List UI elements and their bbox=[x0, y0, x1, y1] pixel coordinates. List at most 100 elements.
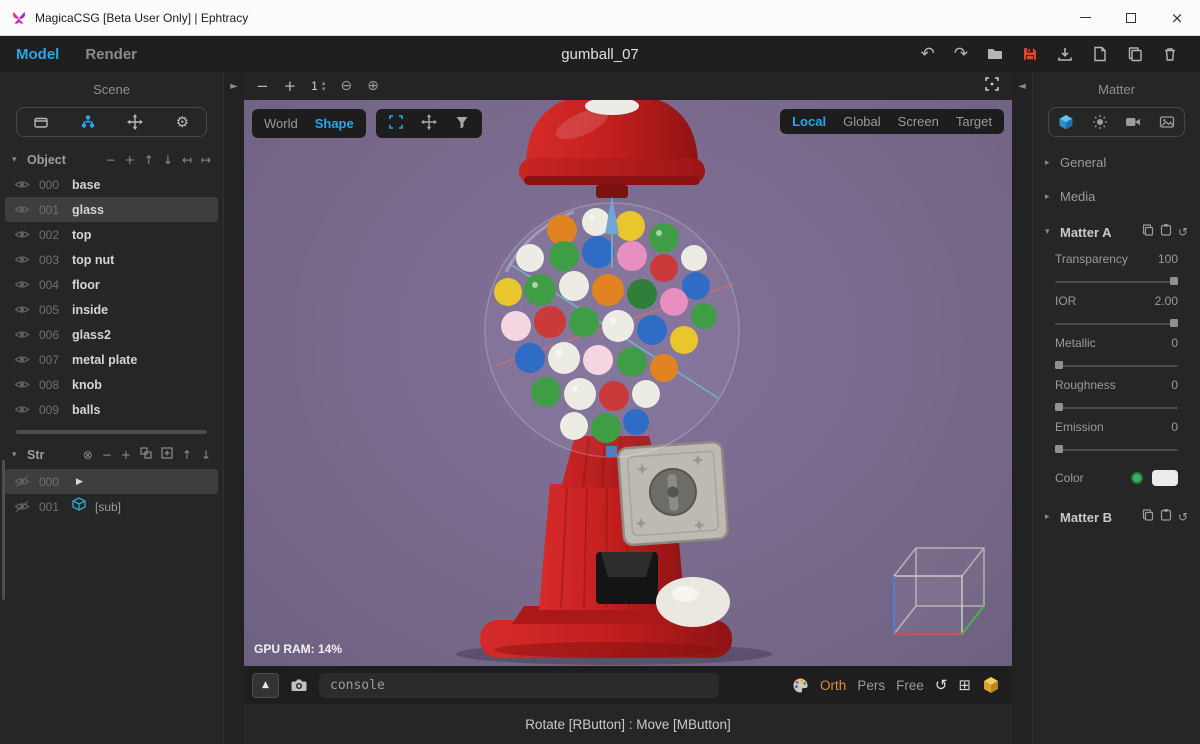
clear-str-button[interactable]: ⊗ bbox=[83, 448, 93, 462]
visibility-off-eye-icon[interactable] bbox=[14, 501, 30, 512]
visibility-eye-icon[interactable] bbox=[14, 404, 30, 415]
redo-button[interactable]: ↷ bbox=[954, 46, 968, 63]
object-row[interactable]: 004 floor bbox=[5, 272, 218, 297]
add-sibling-icon[interactable] bbox=[140, 446, 152, 464]
move-tool-icon[interactable] bbox=[420, 114, 437, 133]
add-child-icon[interactable] bbox=[161, 446, 173, 464]
object-collapse-caret[interactable]: ▾ bbox=[12, 155, 21, 165]
copy-matter-b-button[interactable] bbox=[1142, 508, 1154, 526]
duplicate-button[interactable] bbox=[1127, 46, 1143, 62]
visibility-eye-icon[interactable] bbox=[14, 254, 30, 265]
move-object-up-button[interactable]: ↑ bbox=[144, 153, 154, 167]
slider-handle[interactable] bbox=[1170, 319, 1178, 327]
remove-str-button[interactable]: − bbox=[102, 448, 112, 462]
open-folder-button[interactable] bbox=[987, 46, 1003, 62]
visibility-eye-icon[interactable] bbox=[14, 379, 30, 390]
collapse-left-panel-button[interactable]: ► bbox=[230, 81, 238, 92]
section-matter-a[interactable]: ▾ Matter A ↺ bbox=[1033, 213, 1200, 250]
matter-tab-material[interactable] bbox=[1049, 108, 1083, 136]
zoom-in-button[interactable]: + bbox=[284, 77, 297, 95]
render-cube-button[interactable] bbox=[982, 676, 1000, 694]
str-row[interactable]: 001 [sub] bbox=[5, 494, 218, 519]
move-object-down-button[interactable]: ↓ bbox=[163, 153, 173, 167]
filter-tool-icon[interactable] bbox=[454, 114, 470, 133]
ior-slider[interactable] bbox=[1055, 319, 1178, 328]
move-object-last-button[interactable]: ↦ bbox=[201, 153, 211, 167]
mode-world[interactable]: World bbox=[264, 116, 298, 131]
minimize-button[interactable] bbox=[1062, 0, 1108, 35]
object-row[interactable]: 002 top bbox=[5, 222, 218, 247]
select-bounds-icon[interactable] bbox=[388, 114, 404, 133]
visibility-eye-icon[interactable] bbox=[14, 229, 30, 240]
grid-sphere-icon[interactable]: ⊕ bbox=[367, 78, 379, 94]
axis-global[interactable]: Global bbox=[843, 114, 881, 129]
scene-tab-hierarchy[interactable] bbox=[64, 108, 111, 136]
scene-tab-settings[interactable]: ⚙ bbox=[159, 108, 206, 136]
object-row[interactable]: 007 metal plate bbox=[5, 347, 218, 372]
reset-view-button[interactable]: ↺ bbox=[935, 676, 948, 694]
zoom-spin-down-icon[interactable]: ▾ bbox=[322, 86, 326, 93]
section-media[interactable]: ▸ Media bbox=[1033, 179, 1200, 213]
str-row-selected[interactable]: 000 ▶ bbox=[5, 469, 218, 494]
delete-trash-button[interactable] bbox=[1162, 46, 1178, 62]
axis-screen[interactable]: Screen bbox=[898, 114, 939, 129]
copy-matter-a-button[interactable] bbox=[1142, 223, 1154, 241]
reset-matter-b-button[interactable]: ↺ bbox=[1178, 510, 1188, 524]
tab-model[interactable]: Model bbox=[16, 46, 59, 63]
move-object-first-button[interactable]: ↤ bbox=[182, 153, 192, 167]
screenshot-camera-button[interactable] bbox=[290, 677, 308, 693]
projection-orth[interactable]: Orth bbox=[820, 678, 846, 693]
slider-handle[interactable] bbox=[1055, 361, 1063, 369]
slider-handle[interactable] bbox=[1055, 403, 1063, 411]
play-icon[interactable]: ▶ bbox=[76, 477, 83, 487]
object-row[interactable]: 009 balls bbox=[5, 397, 218, 422]
object-row[interactable]: 003 top nut bbox=[5, 247, 218, 272]
slider-handle[interactable] bbox=[1055, 445, 1063, 453]
add-object-button[interactable]: + bbox=[125, 153, 135, 167]
roughness-slider[interactable] bbox=[1055, 403, 1178, 412]
slice-view-icon[interactable]: ⊖ bbox=[340, 78, 352, 94]
zoom-level-stepper[interactable]: 1 ▴ ▾ bbox=[311, 79, 325, 93]
object-row-selected[interactable]: 001 glass bbox=[5, 197, 218, 222]
emission-slider[interactable] bbox=[1055, 445, 1178, 454]
export-download-button[interactable] bbox=[1057, 46, 1073, 62]
projection-pers[interactable]: Pers bbox=[857, 678, 885, 693]
color-swatch[interactable] bbox=[1152, 470, 1178, 486]
paste-matter-a-button[interactable] bbox=[1160, 223, 1172, 241]
tab-render[interactable]: Render bbox=[85, 46, 137, 63]
color-enabled-indicator[interactable] bbox=[1131, 472, 1143, 484]
transparency-slider[interactable] bbox=[1055, 277, 1178, 286]
quad-view-button[interactable]: ⊞ bbox=[958, 676, 971, 694]
axis-target[interactable]: Target bbox=[956, 114, 992, 129]
add-str-button[interactable]: + bbox=[121, 448, 131, 462]
visibility-eye-icon[interactable] bbox=[14, 304, 30, 315]
visibility-eye-icon[interactable] bbox=[14, 329, 30, 340]
matter-tab-camera[interactable] bbox=[1117, 108, 1151, 136]
new-file-button[interactable] bbox=[1092, 46, 1108, 62]
3d-viewport[interactable]: World Shape Local Global Screen Target G… bbox=[244, 100, 1012, 666]
console-input[interactable] bbox=[319, 672, 719, 698]
maximize-button[interactable] bbox=[1108, 0, 1154, 35]
object-row[interactable]: 006 glass2 bbox=[5, 322, 218, 347]
slider-handle[interactable] bbox=[1170, 277, 1178, 285]
metallic-slider[interactable] bbox=[1055, 361, 1178, 370]
visibility-eye-icon[interactable] bbox=[14, 354, 30, 365]
zoom-out-button[interactable]: − bbox=[256, 77, 269, 95]
move-str-up-button[interactable]: ↑ bbox=[182, 448, 192, 462]
visibility-eye-icon[interactable] bbox=[14, 179, 30, 190]
mode-shape[interactable]: Shape bbox=[315, 116, 354, 131]
matter-tab-light[interactable] bbox=[1083, 108, 1117, 136]
palette-button[interactable] bbox=[792, 677, 809, 694]
axis-local[interactable]: Local bbox=[792, 114, 826, 129]
scene-horizontal-scrollbar[interactable] bbox=[16, 430, 207, 434]
scene-tab-transform[interactable] bbox=[112, 108, 159, 136]
visibility-off-eye-icon[interactable] bbox=[14, 476, 30, 487]
scene-vertical-scrollbar[interactable] bbox=[2, 460, 5, 600]
save-button[interactable] bbox=[1022, 46, 1038, 62]
reset-matter-a-button[interactable]: ↺ bbox=[1178, 225, 1188, 239]
navigation-cube[interactable] bbox=[872, 534, 988, 640]
section-matter-b[interactable]: ▸ Matter B ↺ bbox=[1033, 498, 1200, 535]
remove-object-button[interactable]: − bbox=[106, 153, 116, 167]
section-general[interactable]: ▸ General bbox=[1033, 145, 1200, 179]
visibility-eye-icon[interactable] bbox=[14, 204, 30, 215]
